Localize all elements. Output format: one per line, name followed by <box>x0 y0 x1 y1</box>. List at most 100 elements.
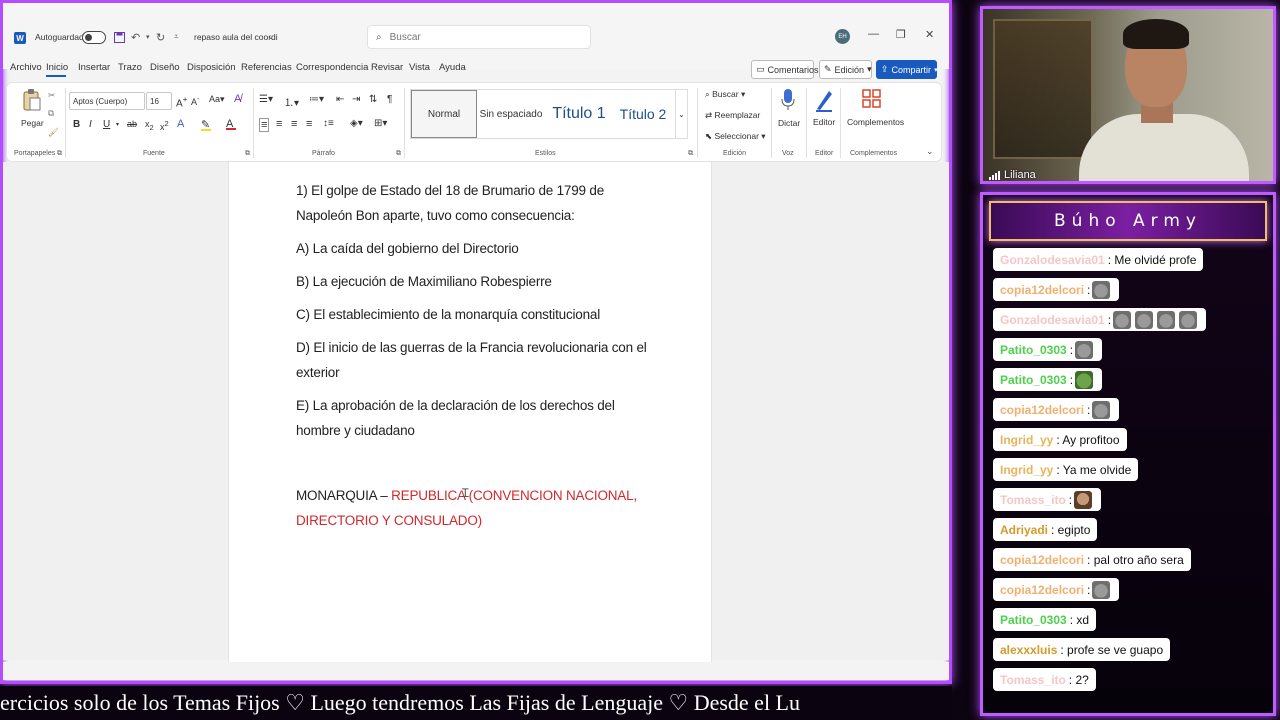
note-black-text: MONARQUIA – <box>296 488 392 503</box>
restore-icon[interactable]: ❐ <box>896 28 906 41</box>
find-button[interactable]: ⌕ Buscar ▾ <box>705 89 745 100</box>
editor-button[interactable]: Editor <box>813 117 835 127</box>
addins-icon[interactable] <box>862 89 882 111</box>
editor-icon[interactable] <box>814 88 834 114</box>
editing-mode-button[interactable]: ✎ Edición ▾ <box>819 60 872 79</box>
strikethrough-button[interactable]: ab <box>127 119 137 129</box>
style-heading-1[interactable]: Título 1 <box>545 90 613 138</box>
font-color-icon[interactable]: A <box>226 118 236 130</box>
tab-trazo[interactable]: Trazo <box>118 62 142 73</box>
increase-indent-icon[interactable]: ⇥ <box>352 94 360 105</box>
align-right-icon[interactable]: ≡ <box>291 118 297 130</box>
format-painter-icon[interactable]: 🖌 <box>48 127 59 138</box>
multilevel-list-icon[interactable]: ≔▾ <box>309 94 324 105</box>
style-normal[interactable]: Normal <box>411 90 477 138</box>
italic-button[interactable]: I <box>89 119 92 130</box>
collapse-ribbon-icon[interactable]: ⌄ <box>926 146 934 157</box>
avatar[interactable]: EH <box>835 29 850 44</box>
chat-username[interactable]: Gonzalodesavia01 <box>1000 253 1105 267</box>
style-no-spacing[interactable]: Sin espaciado <box>479 90 543 138</box>
undo-icon[interactable]: ↶ <box>131 21 140 53</box>
document-title[interactable]: repaso aula del coordi <box>194 21 278 53</box>
tab-ayuda[interactable]: Ayuda <box>439 62 466 73</box>
borders-icon[interactable]: ⊞▾ <box>374 118 387 129</box>
shading-icon[interactable]: ◈▾ <box>350 118 363 129</box>
select-button[interactable]: ⬉ Seleccionar ▾ <box>705 131 766 142</box>
cut-icon[interactable]: ✂ <box>48 90 55 101</box>
paste-button[interactable]: Pegar <box>21 118 44 128</box>
grow-font-icon[interactable]: A+ <box>176 94 188 109</box>
sort-icon[interactable]: ⇅ <box>369 94 377 105</box>
subscript-button[interactable]: x2 <box>145 119 154 132</box>
chat-username[interactable]: Ingrid_yy <box>1000 463 1053 477</box>
chat-username[interactable]: copia12delcori <box>1000 553 1084 567</box>
customize-toolbar-icon[interactable]: ⩡ <box>174 21 179 53</box>
change-case-icon[interactable]: Aa▾ <box>209 94 225 105</box>
comments-button[interactable]: ▭ Comentarios <box>751 60 819 79</box>
dialog-launcher-icon[interactable]: ⧉ <box>396 150 401 158</box>
tab-referencias[interactable]: Referencias <box>241 62 292 73</box>
addins-button[interactable]: Complementos <box>847 117 904 127</box>
shrink-font-icon[interactable]: A- <box>191 94 200 107</box>
text-effects-icon[interactable]: A <box>177 118 184 130</box>
tab-archivo[interactable]: Archivo <box>10 62 42 73</box>
numbering-icon[interactable]: ⒈▾ <box>284 94 299 109</box>
bullets-icon[interactable]: ☰▾ <box>259 94 273 105</box>
autosave-toggle[interactable] <box>82 21 106 53</box>
redo-icon[interactable]: ↻ <box>156 21 165 53</box>
save-icon[interactable] <box>114 21 125 53</box>
chat-username[interactable]: Ingrid_yy <box>1000 433 1053 447</box>
underline-dropdown-icon[interactable]: ▾ <box>116 121 119 128</box>
chevron-down-icon[interactable]: ⌄ <box>268 21 274 53</box>
minimize-icon[interactable]: — <box>868 28 879 40</box>
close-icon[interactable]: ✕ <box>925 28 934 41</box>
decrease-indent-icon[interactable]: ⇤ <box>336 94 344 105</box>
chat-username[interactable]: Tomass_ito <box>1000 673 1066 687</box>
styles-expand-icon[interactable]: ⌄ <box>675 90 687 138</box>
note-red-text: REPUBLICA (CONVENCION NACIONAL, <box>391 488 637 503</box>
dialog-launcher-icon[interactable]: ⧉ <box>57 150 62 158</box>
show-formatting-icon[interactable]: ¶ <box>387 94 392 105</box>
chat-message: Ingrid_yy: Ya me olvide <box>993 458 1139 481</box>
copy-icon[interactable]: ⧉ <box>48 108 54 119</box>
align-left-icon[interactable]: ≡ <box>259 118 270 132</box>
tab-inicio[interactable]: Inicio <box>46 62 68 73</box>
chat-username[interactable]: Gonzalodesavia01 <box>1000 313 1105 327</box>
chat-username[interactable]: alexxxluis <box>1000 643 1057 657</box>
dictate-button[interactable]: Dictar <box>778 118 800 128</box>
clear-formatting-icon[interactable]: A̸ <box>234 93 241 105</box>
align-center-icon[interactable]: ≡ <box>276 118 282 130</box>
tab-vista[interactable]: Vista <box>409 62 430 73</box>
justify-icon[interactable]: ≡ <box>306 118 312 130</box>
font-name-select[interactable]: Aptos (Cuerpo) <box>69 92 145 110</box>
share-button[interactable]: ⇪ Compartir ▾ <box>876 60 938 79</box>
chat-username[interactable]: Patito_0303 <box>1000 343 1067 357</box>
undo-dropdown-icon[interactable]: ▾ <box>146 21 150 53</box>
chat-username[interactable]: Patito_0303 <box>1000 373 1067 387</box>
line-spacing-icon[interactable]: ↕≡ <box>323 118 334 129</box>
tab-revisar[interactable]: Revisar <box>371 62 403 73</box>
tab-correspondencia[interactable]: Correspondencia <box>296 62 368 73</box>
bold-button[interactable]: B <box>73 119 80 130</box>
search-input[interactable]: ⌕ Buscar <box>367 25 591 49</box>
chat-username[interactable]: copia12delcori <box>1000 283 1084 297</box>
replace-button[interactable]: ⇄ Reemplazar <box>705 110 760 121</box>
font-size-select[interactable]: 16 <box>146 92 172 110</box>
chat-username[interactable]: Tomass_ito <box>1000 493 1066 507</box>
dialog-launcher-icon[interactable]: ⧉ <box>688 150 693 158</box>
tab-disposicion[interactable]: Disposición <box>187 62 236 73</box>
style-heading-2[interactable]: Título 2 <box>615 90 671 138</box>
paste-icon[interactable] <box>22 88 42 114</box>
chat-username[interactable]: copia12delcori <box>1000 403 1084 417</box>
highlight-icon[interactable]: ✎ <box>201 118 211 131</box>
superscript-button[interactable]: x2 <box>160 119 169 132</box>
tab-insertar[interactable]: Insertar <box>78 62 110 73</box>
tab-diseno[interactable]: Diseño <box>150 62 180 73</box>
dialog-launcher-icon[interactable]: ⧉ <box>245 150 250 158</box>
option-a: A) La caída del gobierno del Directorio <box>296 241 519 256</box>
chat-username[interactable]: Adriyadi <box>1000 523 1048 537</box>
chat-username[interactable]: copia12delcori <box>1000 583 1084 597</box>
microphone-icon[interactable] <box>780 88 796 114</box>
chat-username[interactable]: Patito_0303 <box>1000 613 1067 627</box>
underline-button[interactable]: U <box>103 119 110 130</box>
